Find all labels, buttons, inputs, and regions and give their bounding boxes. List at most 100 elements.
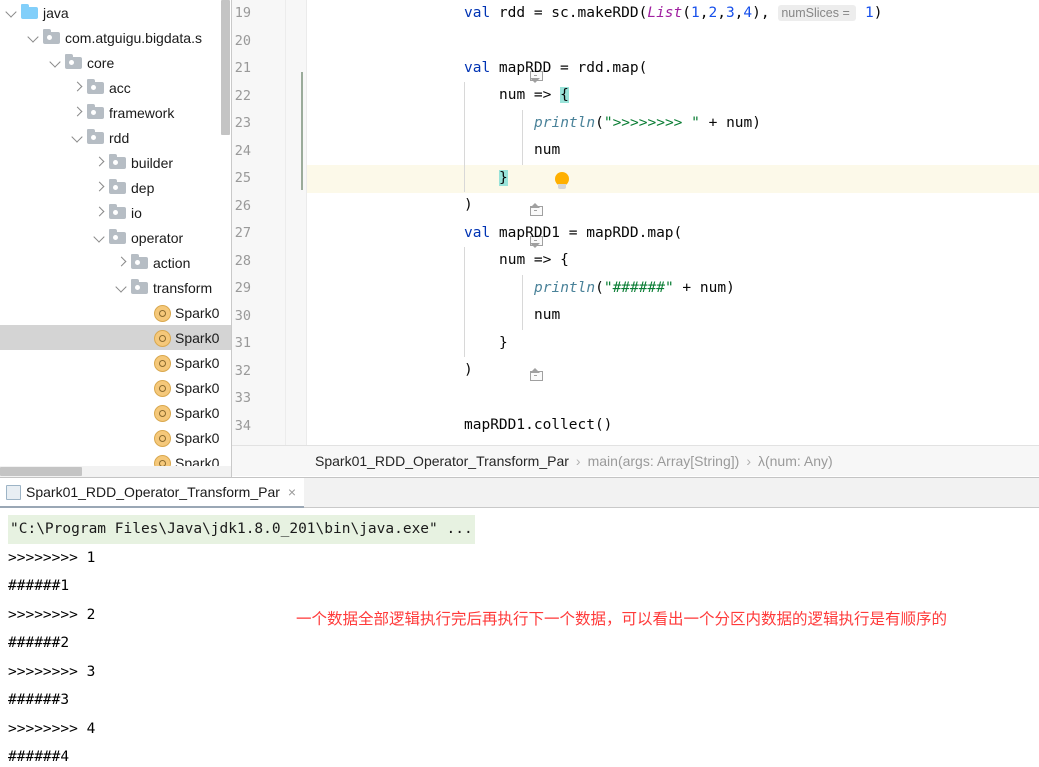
console-command-line: "C:\Program Files\Java\jdk1.8.0_201\bin\… [8,515,475,544]
tree-item-spark0[interactable]: Spark0 [0,400,231,425]
tree-item-rdd[interactable]: rdd [0,125,231,150]
tree-item-spark0[interactable]: Spark0 [0,300,231,325]
red-annotation-text: 一个数据全部逻辑执行完后再执行下一个数据，可以看出一个分区内数据的逻辑执行是有顺… [296,610,948,628]
line-number-33: 33 [234,390,251,406]
code-line-30: num [534,307,561,323]
gutter-divider [285,0,286,445]
tree-item-builder[interactable]: builder [0,150,231,175]
chevron-down-icon[interactable] [92,225,107,250]
matching-brace-close: } [499,170,508,186]
folder-package-icon [129,275,151,300]
line-number-21: 21 [234,60,251,76]
tree-item-label: rdd [109,129,130,146]
editor-gutter[interactable]: 19 20 21 22 23 24 25 26 27 28 29 30 31 32 33 34 [232,0,307,445]
line-number-28: 28 [234,252,251,269]
console-tab-label: Spark01_RDD_Operator_Transform_Par [26,484,280,500]
indent-guide [464,247,465,357]
line-number-26: 26 [234,197,251,214]
fold-region-line [301,72,303,190]
console-output[interactable]: "C:\Program Files\Java\jdk1.8.0_201\bin\… [0,509,1039,767]
tree-item-label: Spark0 [175,404,220,421]
tree-item-java[interactable]: java [0,0,231,25]
tree-item-label: Spark0 [175,354,220,371]
tree-horizontal-scrollbar-track[interactable] [0,466,231,477]
indent-guide [522,110,523,165]
tree-item-core[interactable]: core [0,50,231,75]
code-line-23: println(">>>>>>>> " + num) [534,115,761,131]
code-line-26: ) [464,197,473,213]
scala-object-icon [151,375,173,400]
tree-vertical-scrollbar[interactable] [221,0,230,135]
tree-item-com-atguigu-bigdata-s[interactable]: com.atguigu.bigdata.s [0,25,231,50]
line-number-34: 34 [234,417,251,434]
scala-object-icon [151,350,173,375]
tree-item-spark0[interactable]: Spark0 [0,375,231,400]
console-line-0: >>>>>>>> 1 [8,549,96,566]
tree-item-label: com.atguigu.bigdata.s [65,29,202,46]
folder-package-icon [85,125,107,150]
chevron-down-icon[interactable] [114,275,129,300]
indent-guide [522,275,523,330]
ide-window: java com.atguigu.bigdata.s core acc framewor… [0,0,1039,767]
chevron-right-icon[interactable] [70,100,85,125]
chevron-right-icon[interactable] [92,200,107,225]
breadcrumb[interactable]: Spark01_RDD_Operator_Transform_Par › mai… [232,445,1039,476]
project-tree-panel[interactable]: java com.atguigu.bigdata.s core acc framewor… [0,0,232,477]
close-icon[interactable]: × [288,485,296,499]
tree-item-acc[interactable]: acc [0,75,231,100]
tree-item-label: java [43,4,69,21]
tree-item-operator[interactable]: operator [0,225,231,250]
chevron-right-icon[interactable] [92,175,107,200]
tree-item-label: io [131,204,142,221]
folder-blue-icon [19,0,41,25]
chevron-right-icon[interactable] [92,150,107,175]
code-line-24: num [534,142,561,158]
console-tab-bar: Spark01_RDD_Operator_Transform_Par × [0,478,1039,508]
console-tab-spark01[interactable]: Spark01_RDD_Operator_Transform_Par × [0,478,305,508]
code-line-34: mapRDD1.collect() [464,417,613,433]
tree-item-transform[interactable]: transform [0,275,231,300]
line-number-31: 31 [234,335,251,351]
breadcrumb-file[interactable]: Spark01_RDD_Operator_Transform_Par [315,453,569,469]
folder-package-icon [129,250,151,275]
tree-item-spark0[interactable]: Spark0 [0,350,231,375]
chevron-down-icon[interactable] [26,25,41,50]
chevron-down-icon[interactable] [48,50,63,75]
tree-item-spark0[interactable]: Spark0 [0,325,231,350]
code-line-32: ) [464,362,473,378]
scala-object-icon [151,425,173,450]
breadcrumb-method[interactable]: main(args: Array[String]) [588,453,740,469]
tree-item-label: dep [131,179,155,196]
tree-item-spark0[interactable]: Spark0 [0,425,231,450]
chevron-down-icon[interactable] [70,125,85,150]
chevron-right-icon[interactable] [70,75,85,100]
tree-item-framework[interactable]: framework [0,100,231,125]
tree-item-io[interactable]: io [0,200,231,225]
tree-item-label: transform [153,279,213,296]
tree-item-action[interactable]: action [0,250,231,275]
line-number-27: 27 [234,225,251,241]
code-editor[interactable]: 19 20 21 22 23 24 25 26 27 28 29 30 31 32 33 34 val rdd… [232,0,1039,445]
folder-package-icon [85,100,107,125]
line-number-22: 22 [234,87,251,104]
line-number-23: 23 [234,115,251,131]
scala-object-icon [151,325,173,350]
tree-item-label: Spark0 [175,304,220,321]
code-line-28: num => { [499,252,569,268]
scala-object-icon [151,300,173,325]
console-line-3: ######2 [8,635,70,651]
code-content[interactable]: val rdd = sc.makeRDD(List(1,2,3,4), numS… [307,0,1039,445]
tree-horizontal-scrollbar[interactable] [0,467,82,476]
chevron-right-icon[interactable] [114,250,129,275]
tree-item-label: core [87,54,115,71]
chevron-down-icon[interactable] [4,0,19,25]
breadcrumb-separator-icon: › [746,453,751,469]
indent-guide [464,82,465,192]
breadcrumb-lambda[interactable]: λ(num: Any) [758,453,833,469]
tree-item-dep[interactable]: dep [0,175,231,200]
